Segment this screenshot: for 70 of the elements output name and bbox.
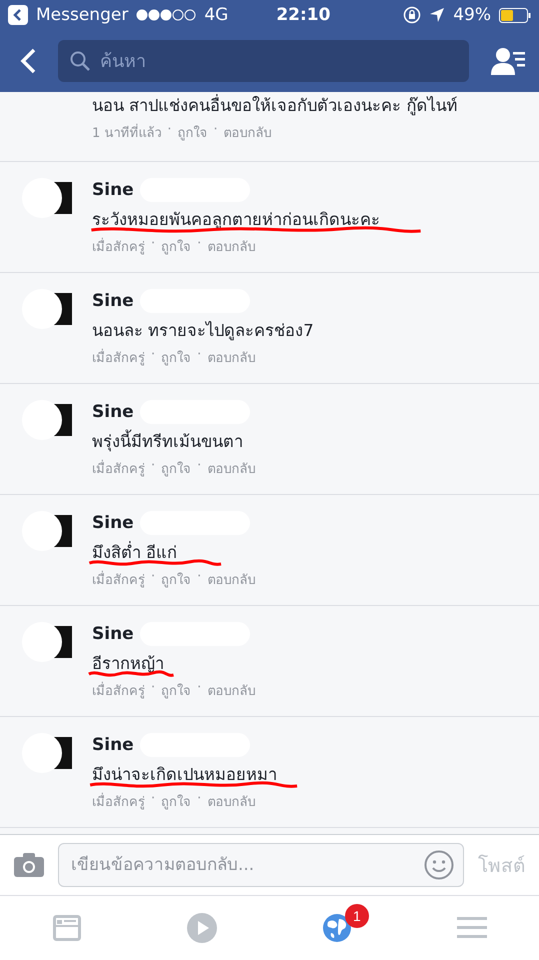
emoji-icon[interactable]: [424, 850, 454, 880]
search-field[interactable]: ค้นหา: [58, 40, 469, 82]
comment-time: เมื่อสักครู่: [92, 680, 145, 701]
camera-icon[interactable]: [14, 853, 44, 877]
comment-time: เมื่อสักครู่: [92, 458, 145, 479]
like-link[interactable]: ถูกใจ: [161, 569, 192, 590]
separator-dot: ·: [151, 236, 156, 253]
reply-field[interactable]: เขียนข้อความตอบกลับ...: [58, 843, 464, 887]
separator-dot: ·: [214, 122, 218, 139]
like-link[interactable]: ถูกใจ: [161, 791, 192, 812]
reply-link[interactable]: ตอบกลับ: [207, 236, 256, 257]
comment-text: อีรากหญ้า: [92, 653, 165, 675]
separator-dot: ·: [197, 680, 202, 697]
back-icon[interactable]: [20, 48, 36, 74]
separator-dot: ·: [151, 347, 156, 364]
comment-time: 1 นาทีที่แล้ว: [92, 122, 162, 143]
rotation-lock-icon: [403, 6, 422, 24]
battery-icon: [499, 8, 531, 22]
comment-time: เมื่อสักครู่: [92, 236, 145, 257]
separator-dot: ·: [197, 458, 202, 475]
reply-link[interactable]: ตอบกลับ: [207, 569, 256, 590]
reply-link[interactable]: ตอบกลับ: [207, 791, 256, 812]
back-icon[interactable]: [8, 5, 28, 25]
like-link[interactable]: ถูกใจ: [161, 458, 192, 479]
separator-dot: ·: [151, 680, 156, 697]
separator-dot: ·: [151, 569, 156, 586]
play-icon: [187, 913, 218, 943]
separator-dot: ·: [151, 791, 156, 808]
like-link[interactable]: ถูกใจ: [161, 347, 192, 368]
like-link[interactable]: ถูกใจ: [161, 680, 192, 701]
clock: 22:10: [276, 5, 330, 25]
commenter-name[interactable]: Sine: [92, 513, 134, 533]
comment-text: มึงน่าจะเกิดเปนหมอยหมา: [92, 764, 277, 786]
like-link[interactable]: ถูกใจ: [178, 122, 208, 143]
comment-text: นอนละ ทรายจะไปดูละครช่อง7: [92, 320, 314, 342]
reply-link[interactable]: ตอบกลับ: [207, 458, 256, 479]
back-app-label[interactable]: Messenger: [36, 5, 128, 25]
commenter-name[interactable]: Sine: [92, 291, 134, 311]
menu-icon: [456, 916, 487, 940]
reply-link[interactable]: ตอบกลับ: [224, 122, 272, 143]
network-label: 4G: [204, 5, 228, 25]
comment-time: เมื่อสักครู่: [92, 569, 145, 590]
separator-dot: ·: [167, 122, 172, 139]
notification-badge: 1: [344, 904, 369, 928]
separator-dot: ·: [197, 236, 202, 253]
signal-icon: [136, 9, 196, 21]
like-link[interactable]: ถูกใจ: [161, 236, 192, 257]
location-icon: [429, 7, 446, 23]
reply-link[interactable]: ตอบกลับ: [207, 680, 256, 701]
post-button[interactable]: โพสต์: [478, 850, 525, 880]
reply-link[interactable]: ตอบกลับ: [207, 347, 256, 368]
comment-text: ระวังหมอยพันคอลูกตายห่าก่อนเกิดนะคะ: [92, 209, 380, 231]
comment-text: พรุ่งนี้มีทรีทเม้นขนตา: [92, 428, 256, 454]
comment-time: เมื่อสักครู่: [92, 347, 145, 368]
separator-dot: ·: [197, 347, 202, 364]
commenter-name[interactable]: Sine: [92, 402, 134, 422]
globe-icon: [322, 913, 352, 943]
separator-dot: ·: [151, 458, 156, 475]
separator-dot: ·: [197, 791, 202, 808]
commenter-name[interactable]: Sine: [92, 624, 134, 644]
comment-text: มึงสิต่ำ อีแก่: [92, 540, 178, 564]
battery-percent: 49%: [453, 5, 491, 25]
commenter-name[interactable]: Sine: [92, 180, 134, 200]
search-icon: [70, 51, 90, 71]
comment-time: เมื่อสักครู่: [92, 791, 145, 812]
contacts-icon[interactable]: [491, 47, 525, 75]
separator-dot: ·: [197, 569, 202, 586]
commenter-name[interactable]: Sine: [92, 735, 134, 755]
news-feed-icon: [53, 915, 82, 941]
comment-text: นอน สาปแช่งคนอื่นขอให้เจอกับตัวเองนะคะ กู๊ดไนท์: [92, 93, 458, 118]
